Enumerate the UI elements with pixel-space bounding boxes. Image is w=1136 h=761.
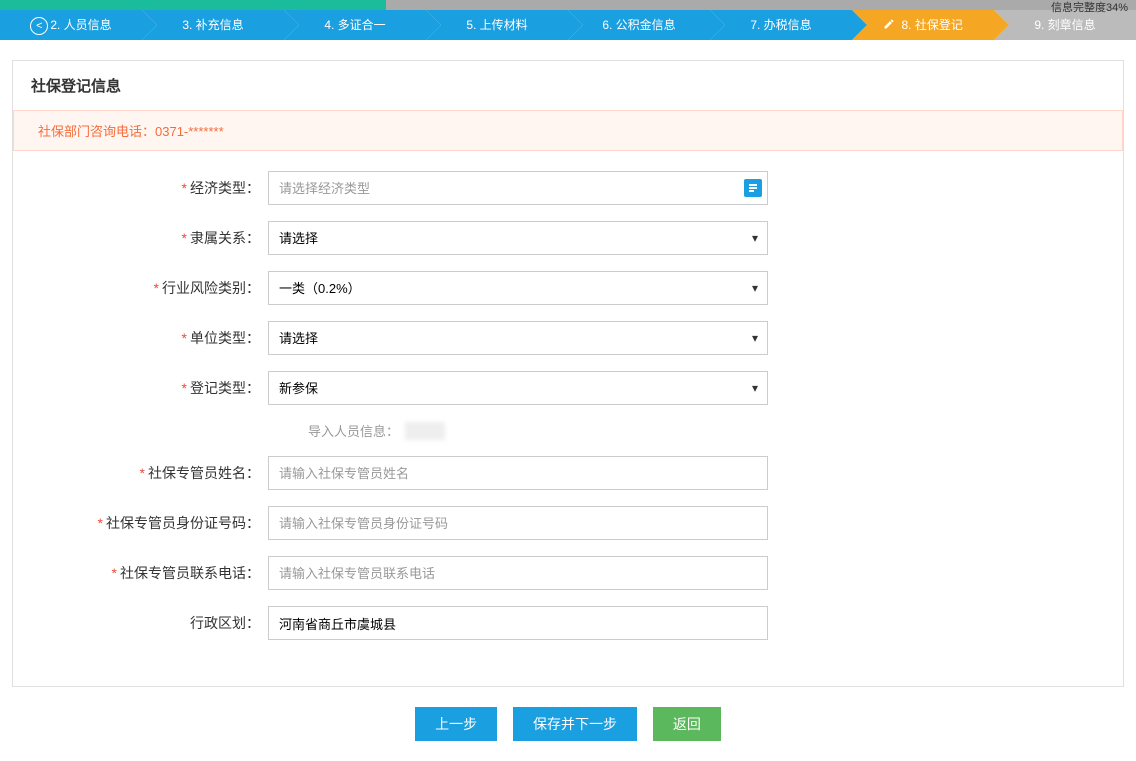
save-next-button[interactable]: 保存并下一步 bbox=[513, 707, 637, 741]
select-risk-category[interactable]: 一类（0.2%） bbox=[268, 271, 768, 305]
row-economic-type: *经济类型： bbox=[43, 171, 1093, 205]
input-economic-type[interactable] bbox=[268, 171, 768, 205]
box-title: 社保登记信息 bbox=[13, 61, 1123, 110]
step-personnel[interactable]: <2. 人员信息 bbox=[0, 10, 142, 40]
step-multicert[interactable]: 4. 多证合一 bbox=[284, 10, 426, 40]
input-admin-id[interactable] bbox=[268, 506, 768, 540]
label-admin-phone: *社保专管员联系电话： bbox=[43, 563, 268, 583]
step-upload[interactable]: 5. 上传材料 bbox=[426, 10, 568, 40]
label-region: 行政区划： bbox=[43, 613, 268, 633]
row-region: 行政区划： bbox=[43, 606, 1093, 640]
back-button[interactable]: 返回 bbox=[653, 707, 721, 741]
steps-nav: <2. 人员信息 3. 补充信息 4. 多证合一 5. 上传材料 6. 公积金信… bbox=[0, 10, 1136, 40]
label-admin-id: *社保专管员身份证号码： bbox=[43, 513, 268, 533]
step-tax[interactable]: 7. 办税信息 bbox=[710, 10, 852, 40]
label-economic-type: *经济类型： bbox=[43, 178, 268, 198]
row-import: 导入人员信息： bbox=[43, 421, 1093, 440]
step-back-icon: < bbox=[30, 17, 48, 35]
select-affiliation[interactable]: 请选择 bbox=[268, 221, 768, 255]
step-fund[interactable]: 6. 公积金信息 bbox=[568, 10, 710, 40]
form-area: *经济类型： *隶属关系： 请选择 ▾ *行业风险类别： 一类（0.2%） ▾ bbox=[13, 151, 1123, 686]
edit-icon bbox=[883, 11, 895, 41]
import-button[interactable] bbox=[405, 422, 445, 440]
notice-bar: 社保部门咨询电话：0371-******* bbox=[13, 110, 1123, 151]
row-affiliation: *隶属关系： 请选择 ▾ bbox=[43, 221, 1093, 255]
input-admin-phone[interactable] bbox=[268, 556, 768, 590]
progress-fill bbox=[0, 0, 386, 10]
row-admin-name: *社保专管员姓名： bbox=[43, 456, 1093, 490]
content-box: 社保登记信息 社保部门咨询电话：0371-******* *经济类型： *隶属关… bbox=[12, 60, 1124, 687]
progress-bar: 信息完整度34% bbox=[0, 0, 1136, 10]
label-affiliation: *隶属关系： bbox=[43, 228, 268, 248]
picker-icon[interactable] bbox=[744, 179, 762, 197]
select-unit-type[interactable]: 请选择 bbox=[268, 321, 768, 355]
footer-buttons: 上一步 保存并下一步 返回 bbox=[0, 687, 1136, 761]
row-risk-category: *行业风险类别： 一类（0.2%） ▾ bbox=[43, 271, 1093, 305]
prev-button[interactable]: 上一步 bbox=[415, 707, 497, 741]
step-social-insurance[interactable]: 8. 社保登记 bbox=[852, 10, 994, 40]
label-register-type: *登记类型： bbox=[43, 378, 268, 398]
row-unit-type: *单位类型： 请选择 ▾ bbox=[43, 321, 1093, 355]
row-register-type: *登记类型： 新参保 ▾ bbox=[43, 371, 1093, 405]
progress-text: 信息完整度34% bbox=[1051, 0, 1128, 15]
label-admin-name: *社保专管员姓名： bbox=[43, 463, 268, 483]
row-admin-phone: *社保专管员联系电话： bbox=[43, 556, 1093, 590]
import-label: 导入人员信息： bbox=[308, 421, 399, 440]
label-risk-category: *行业风险类别： bbox=[43, 278, 268, 298]
input-region[interactable] bbox=[268, 606, 768, 640]
step-supplement[interactable]: 3. 补充信息 bbox=[142, 10, 284, 40]
row-admin-id: *社保专管员身份证号码： bbox=[43, 506, 1093, 540]
input-admin-name[interactable] bbox=[268, 456, 768, 490]
label-unit-type: *单位类型： bbox=[43, 328, 268, 348]
select-register-type[interactable]: 新参保 bbox=[268, 371, 768, 405]
